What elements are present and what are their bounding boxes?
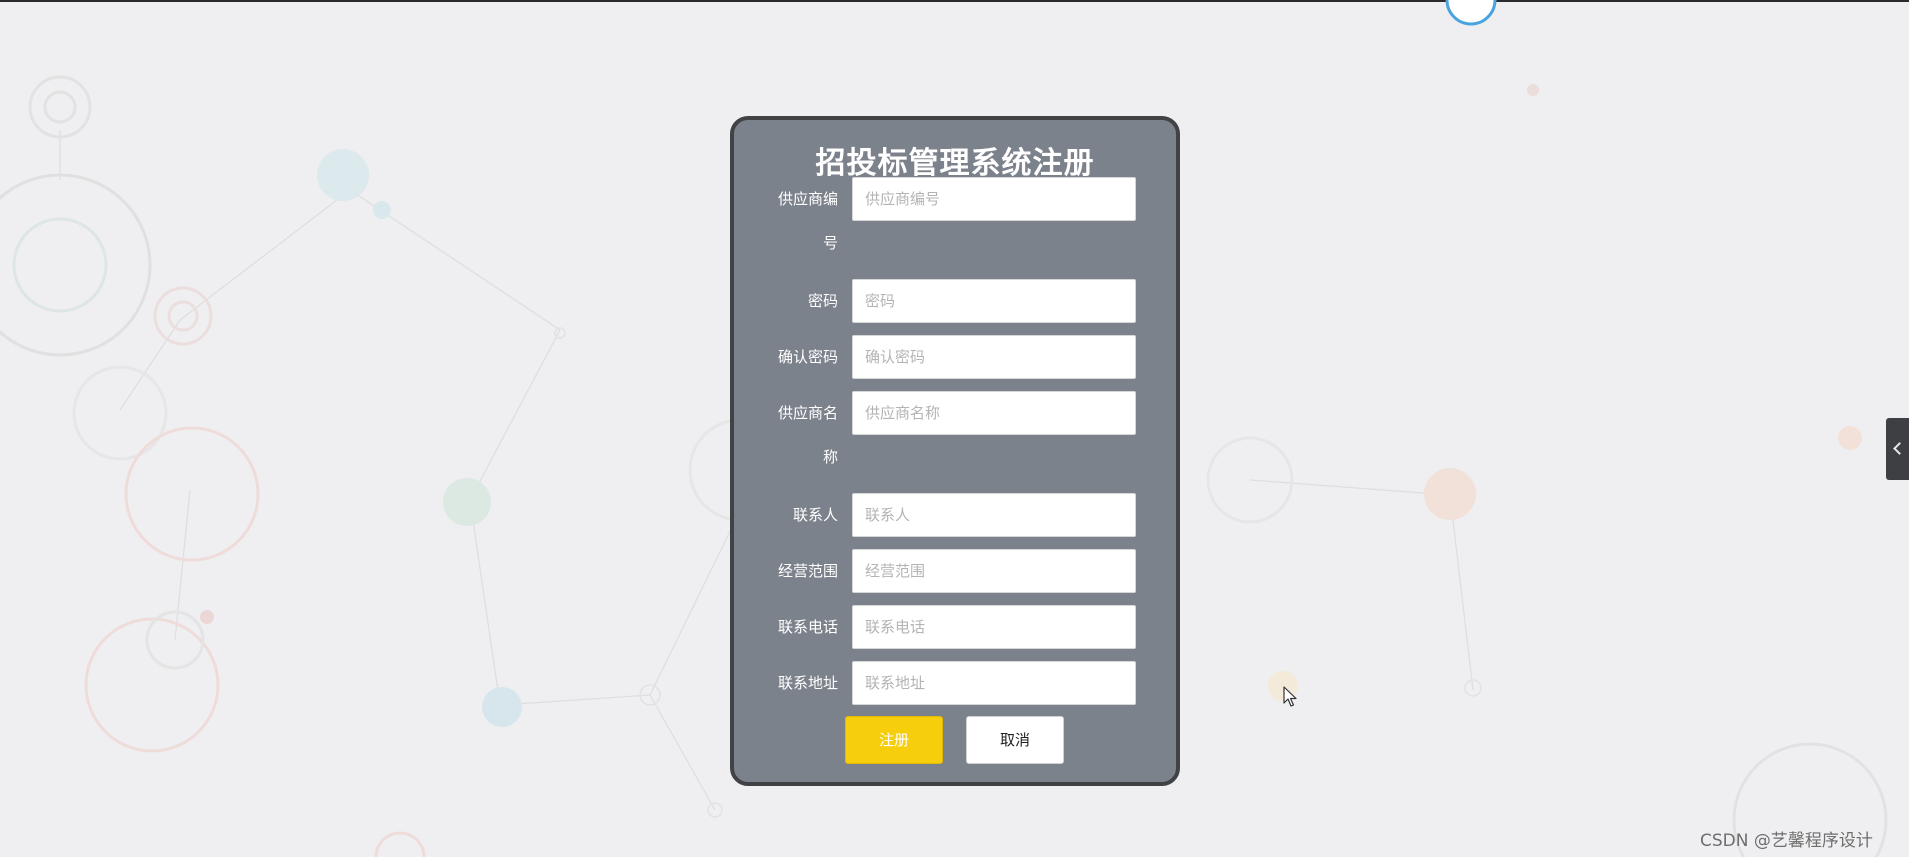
register-button[interactable]: 注册 (845, 716, 943, 764)
contact-address-label: 联系地址 (777, 674, 838, 692)
contact-person-input[interactable] (852, 493, 1136, 537)
mouse-pointer-icon (1283, 686, 1297, 707)
supplier-name-label: 供应商名称 (777, 404, 838, 466)
supplier-id-label: 供应商编号 (777, 190, 838, 252)
business-scope-label: 经营范围 (777, 562, 838, 580)
csdn-watermark: CSDN @艺馨程序设计 (1700, 831, 1873, 851)
contact-person-label: 联系人 (792, 506, 838, 524)
supplier-name-input[interactable] (852, 391, 1136, 435)
cancel-button[interactable]: 取消 (966, 716, 1064, 764)
contact-phone-input[interactable] (852, 605, 1136, 649)
chevron-left-icon (1893, 442, 1906, 455)
confirm-password-label: 确认密码 (777, 348, 838, 366)
form-title: 招投标管理系统注册 (815, 146, 1095, 181)
register-form-card: 招投标管理系统注册 供应商编号 密码 确认密码 供应商名称 联系人 经营范围 联… (730, 116, 1180, 786)
contact-address-input[interactable] (852, 661, 1136, 705)
supplier-id-input[interactable] (852, 177, 1136, 221)
side-panel-toggle[interactable] (1886, 418, 1909, 480)
confirm-password-input[interactable] (852, 335, 1136, 379)
password-input[interactable] (852, 279, 1136, 323)
password-label: 密码 (807, 292, 838, 310)
contact-phone-label: 联系电话 (777, 618, 838, 636)
business-scope-input[interactable] (852, 549, 1136, 593)
